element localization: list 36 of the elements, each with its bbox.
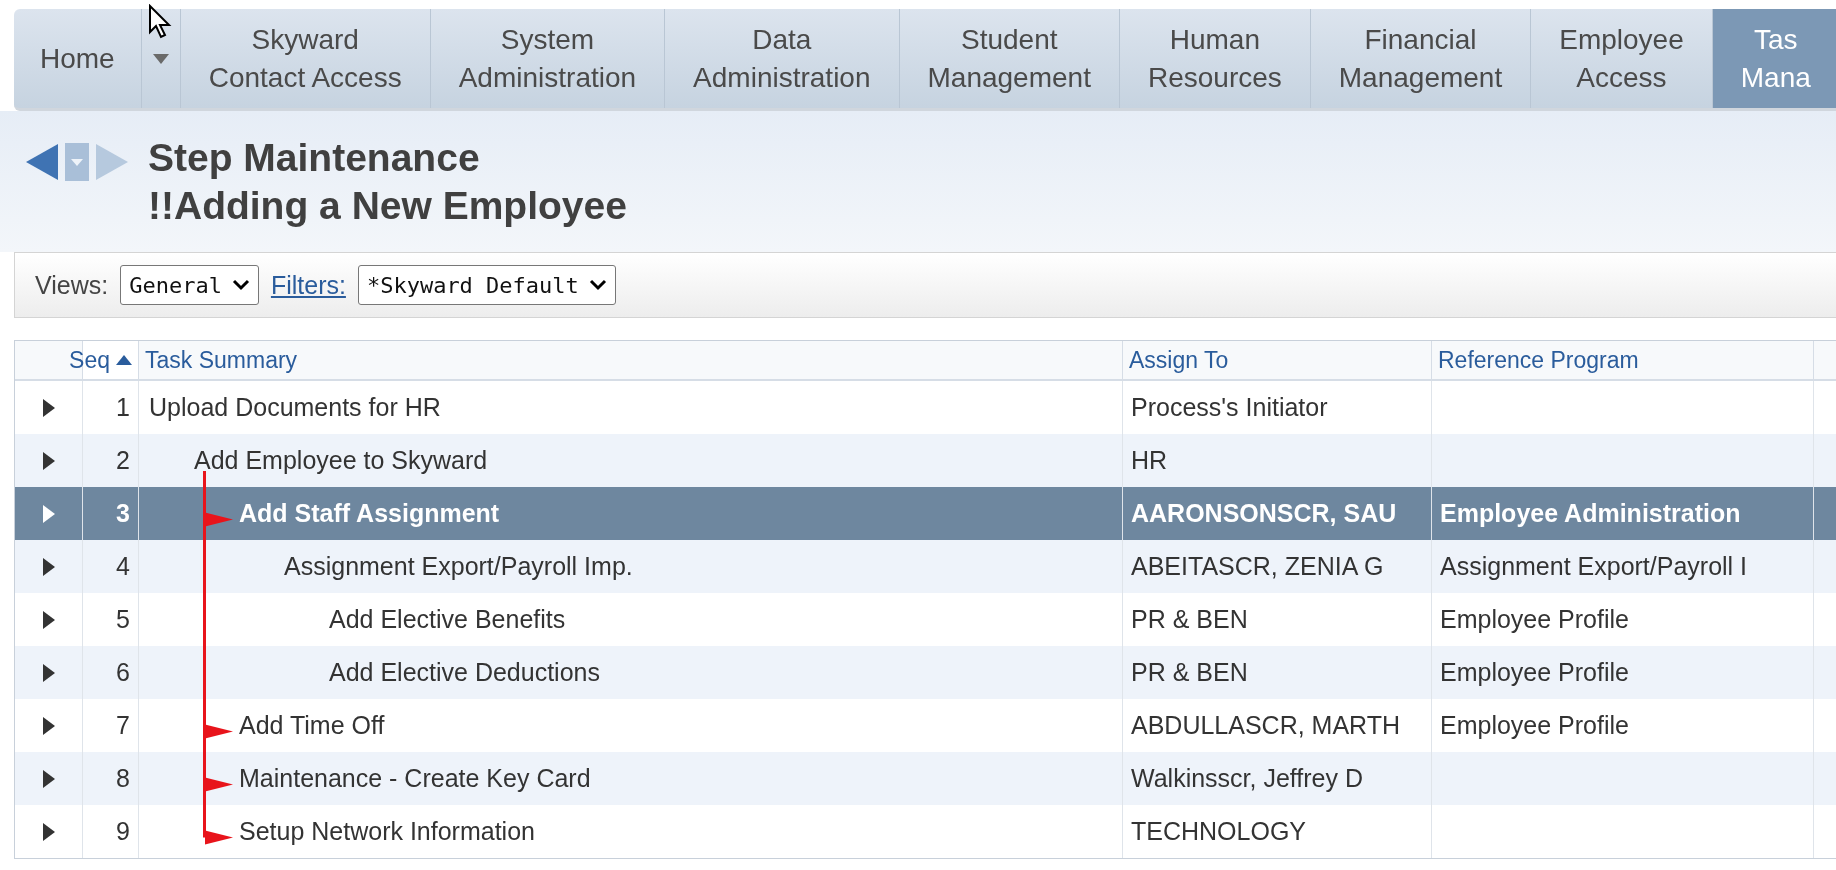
chevron-down-icon <box>588 279 607 291</box>
expand-icon[interactable] <box>42 822 55 841</box>
table-row[interactable]: 3 Add Staff Assignment AARONSONSCR, SAU Employee Administration <box>15 487 1836 540</box>
nav-tab[interactable]: Home <box>14 9 142 108</box>
nav-tab[interactable]: Human Resources <box>1119 9 1311 108</box>
nav-tab[interactable]: Student Management <box>899 9 1120 108</box>
table-cell: TECHNOLOGY <box>1123 805 1432 858</box>
table-cell: 9 <box>83 805 139 858</box>
table-row[interactable]: 8 Maintenance - Create Key Card Walkinsscr, Jeffrey D <box>15 752 1836 805</box>
mouse-pointer-icon <box>148 4 172 40</box>
filters-select[interactable]: *Skyward Default <box>357 265 616 305</box>
nav-tab[interactable]: Financial Management <box>1310 9 1532 108</box>
expand-icon[interactable] <box>42 398 55 417</box>
expand-icon[interactable] <box>42 716 55 735</box>
views-select[interactable]: General <box>120 265 259 305</box>
expand-icon[interactable] <box>42 663 55 682</box>
views-label: Views: <box>35 270 109 300</box>
column-header[interactable]: Assign To <box>1123 341 1432 381</box>
page-title: Step Maintenance <box>148 134 481 181</box>
nav-tab[interactable]: System Administration <box>430 9 666 108</box>
table-row[interactable]: 4 Assignment Export/Payroll Imp. ABEITASCR, ZENIA G Assignment Export/Payroll I <box>15 540 1836 593</box>
back-arrow-icon[interactable] <box>24 141 60 182</box>
expand-icon[interactable] <box>42 557 55 576</box>
page-subtitle: !!Adding a New Employee <box>148 182 627 229</box>
nav-tab[interactable]: Skyward Contact Access <box>180 9 431 108</box>
table-row[interactable]: 2 Add Employee to Skyward HR <box>15 434 1836 487</box>
table-row[interactable]: 6 Add Elective Deductions PR & BEN Employee Profile <box>15 646 1836 699</box>
chevron-down-icon <box>231 279 250 291</box>
filters-link[interactable]: Filters: <box>270 270 346 300</box>
expand-icon[interactable] <box>42 610 55 629</box>
column-header[interactable]: Reference Program <box>1432 341 1814 381</box>
expand-icon[interactable] <box>42 769 55 788</box>
nav-tab[interactable]: Employee Access <box>1531 9 1713 108</box>
column-header[interactable]: Task Summary <box>139 341 1123 381</box>
expand-icon[interactable] <box>42 451 55 470</box>
nav-tab[interactable]: Data Administration <box>665 9 900 108</box>
